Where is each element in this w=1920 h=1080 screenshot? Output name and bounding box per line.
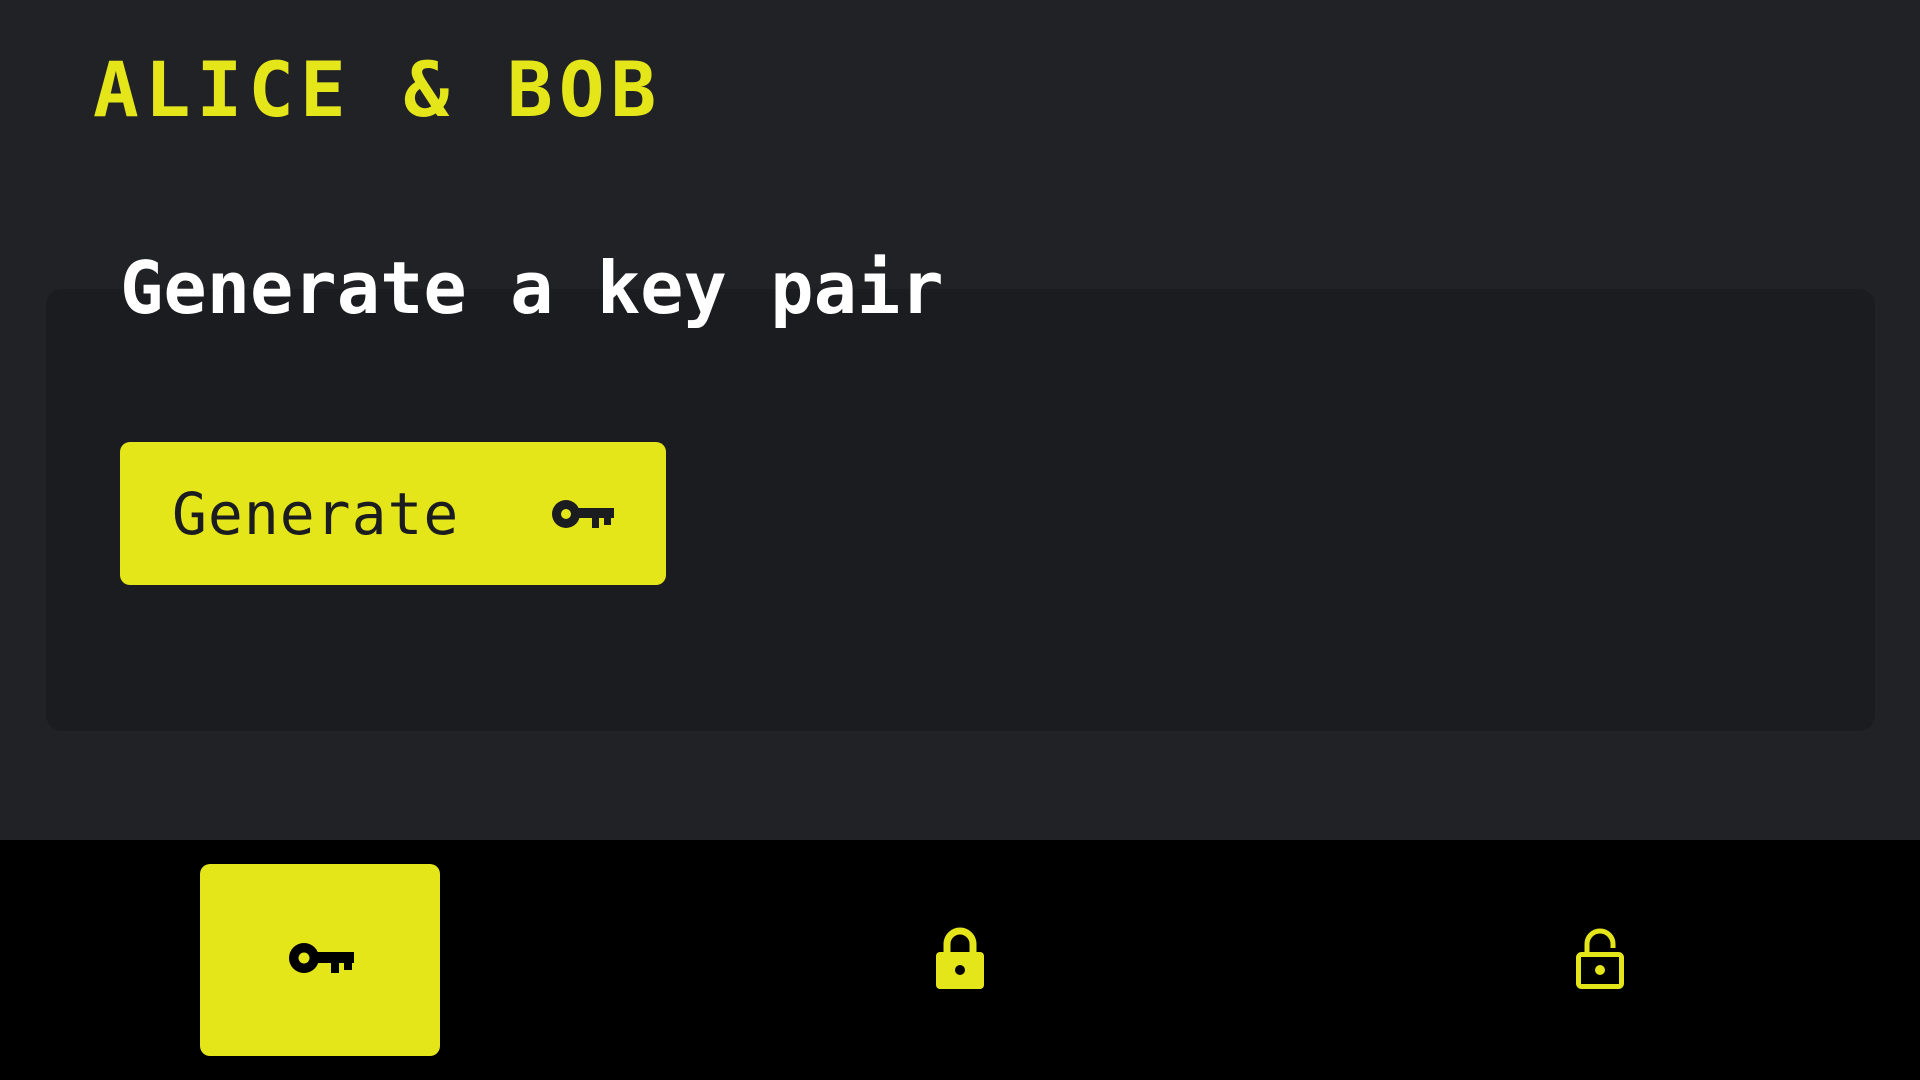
generate-button-label: Generate [172,479,460,548]
section-heading: Generate a key pair [120,246,944,330]
lock-icon [934,925,986,995]
nav-item-keys[interactable] [200,864,440,1056]
generate-button[interactable]: Generate [120,442,666,585]
key-icon [548,494,614,534]
app-title: ALICE & BOB [93,45,663,134]
nav-item-encrypt[interactable] [840,864,1080,1056]
app-root: ALICE & BOB Generate a key pair Generate [0,0,1920,1080]
bottom-nav [0,840,1920,1080]
nav-item-decrypt[interactable] [1480,864,1720,1056]
unlock-icon [1574,925,1626,995]
key-icon [286,937,354,983]
